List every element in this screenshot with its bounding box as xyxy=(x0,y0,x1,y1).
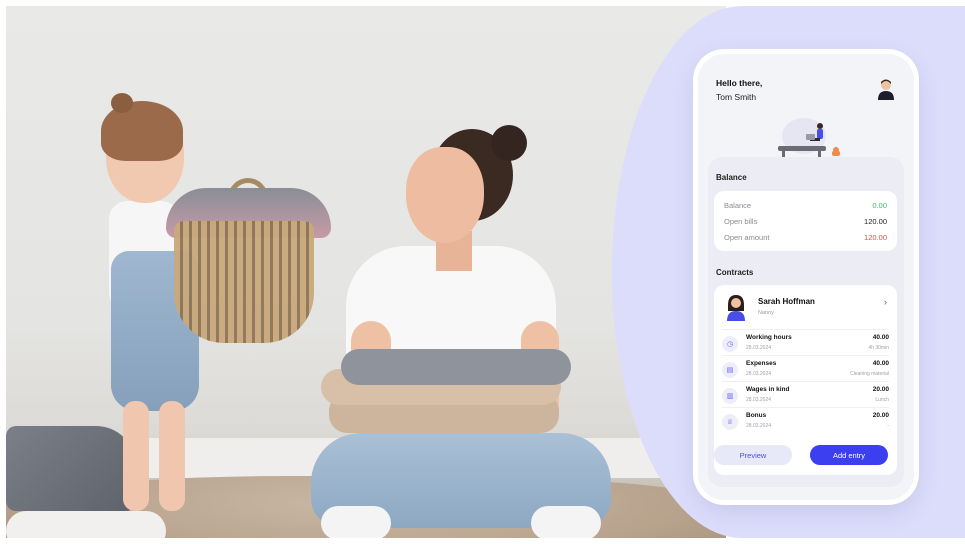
entry-amount: 20.00 xyxy=(872,412,889,419)
balance-row: Balance 0.00 xyxy=(724,201,887,210)
entry-date: 28.03.2024 xyxy=(746,371,772,377)
contract-entry-expenses[interactable]: ▤ Expenses 28.03.2024 40.00 Cleaning mat… xyxy=(722,355,889,381)
child-hair-bun xyxy=(111,93,133,113)
contract-person[interactable]: Sarah Hoffman Nanny › xyxy=(724,293,887,323)
entry-title: Working hours xyxy=(746,334,792,341)
contract-person-role: Nanny xyxy=(758,310,774,316)
balance-label: Balance xyxy=(724,201,752,210)
user-name: Tom Smith xyxy=(716,92,757,102)
entry-note: 4h 30min xyxy=(868,345,889,351)
add-entry-button[interactable]: Add entry xyxy=(810,445,888,465)
receipt-icon: ▤ xyxy=(722,362,738,378)
entry-date: 28.03.2024 xyxy=(746,423,772,429)
nanny-avatar-icon xyxy=(727,295,745,321)
balance-card: Balance 0.00 Open bills 120.00 Open amou… xyxy=(714,191,897,251)
folded-towel xyxy=(341,349,571,385)
open-amount-value: 120.00 xyxy=(864,233,887,242)
balance-section-title: Balance xyxy=(716,173,747,182)
mother-shoe xyxy=(321,506,391,538)
open-bills-row: Open bills 120.00 xyxy=(724,217,887,226)
user-avatar-icon[interactable] xyxy=(876,78,896,100)
contract-entry-bonus[interactable]: ♕ Bonus 28.03.2024 20.00 - xyxy=(722,407,889,433)
balance-value: 0.00 xyxy=(872,201,887,210)
open-amount-label: Open amount xyxy=(724,233,770,242)
entry-title: Bonus xyxy=(746,412,767,419)
greeting-block: Hello there, Tom Smith xyxy=(716,78,762,102)
greeting-text: Hello there, xyxy=(716,78,763,88)
contract-entry-working-hours[interactable]: ◷ Working hours 28.03.2024 40.00 4h 30mi… xyxy=(722,329,889,355)
entry-amount: 40.00 xyxy=(872,334,889,341)
entry-amount: 40.00 xyxy=(872,360,889,367)
clock-icon: ◷ xyxy=(722,336,738,352)
child-leg xyxy=(123,401,149,511)
open-amount-row: Open amount 120.00 xyxy=(724,233,887,242)
contract-entry-wages-in-kind[interactable]: ▥ Wages in kind 28.03.2024 20.00 Lunch xyxy=(722,381,889,407)
entry-date: 28.03.2024 xyxy=(746,397,772,403)
gift-icon: ▥ xyxy=(722,388,738,404)
entry-note: - xyxy=(887,423,889,429)
mother-hair-bun xyxy=(491,125,527,161)
laundry-basket xyxy=(174,221,314,343)
preview-button[interactable]: Preview xyxy=(714,445,792,465)
mother-face xyxy=(406,147,484,243)
open-bills-value: 120.00 xyxy=(864,217,887,226)
person-with-laptop-illustration xyxy=(778,118,840,158)
entry-amount: 20.00 xyxy=(872,386,889,393)
contracts-section-title: Contracts xyxy=(716,268,754,277)
entry-note: Cleaning material xyxy=(850,371,889,377)
trophy-icon: ♕ xyxy=(722,414,738,430)
phone-mockup: Hello there, Tom Smith Balance Balance 0… xyxy=(698,54,914,500)
mother-figure xyxy=(311,121,611,538)
mother-shoe xyxy=(531,506,601,538)
entry-title: Expenses xyxy=(746,360,777,367)
content-sheet: Balance Balance 0.00 Open bills 120.00 O… xyxy=(708,157,904,487)
entry-note: Lunch xyxy=(875,397,889,403)
entry-title: Wages in kind xyxy=(746,386,790,393)
child-leg xyxy=(159,401,185,511)
chevron-right-icon[interactable]: › xyxy=(884,297,887,307)
contract-person-name: Sarah Hoffman xyxy=(758,297,815,306)
open-bills-label: Open bills xyxy=(724,217,758,226)
entry-date: 28.03.2024 xyxy=(746,345,772,351)
